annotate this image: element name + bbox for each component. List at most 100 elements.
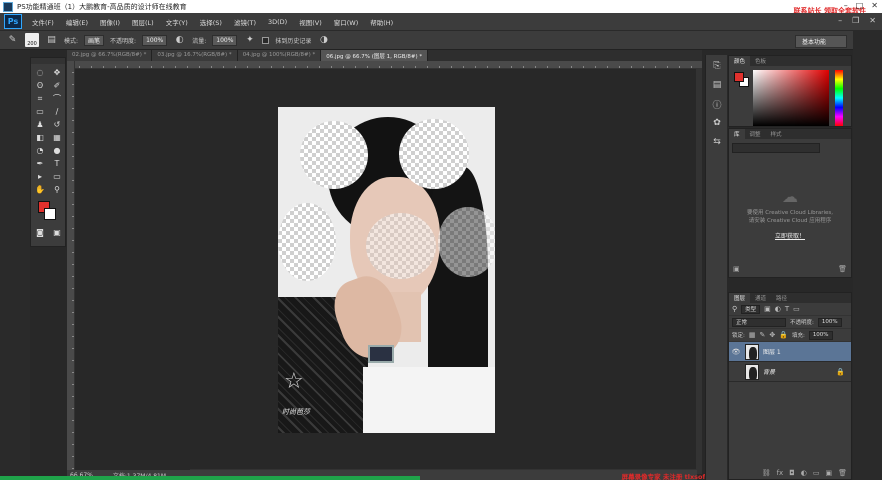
hue-slider[interactable] [835,70,843,126]
menu-window[interactable]: 窗口(W) [334,17,359,27]
tab-layers[interactable]: 图层 [729,293,751,303]
layer-filter-select[interactable]: 类型 [741,304,761,314]
brush-size-preset[interactable]: 200 [25,33,39,47]
history-checkbox[interactable] [262,36,270,44]
library-select[interactable] [732,143,820,153]
adjust-panel-icon[interactable]: ⇆ [708,134,726,150]
document-canvas[interactable]: ☆ 时尚芭莎 [278,107,495,433]
app-minimize-icon[interactable]: – [838,16,842,25]
dodge-tool-icon[interactable]: ● [50,145,64,156]
pen-tool-icon[interactable]: ✒ [33,158,47,169]
marquee-tool-icon[interactable]: ◌ [33,67,47,78]
tab-doc-02[interactable]: 02.jpg @ 66.7%(RGB/8#) * [67,50,153,61]
type-tool-icon[interactable]: T [50,158,64,169]
history-brush-tool-icon[interactable]: ↺ [50,119,64,130]
close-icon[interactable]: ✕ [871,1,878,10]
get-it-now-link[interactable]: 立即获取！ [729,231,851,240]
menu-layer[interactable]: 图层(L) [132,17,154,27]
add-mask-icon[interactable]: ◘ [789,469,795,477]
workspace-select[interactable]: 基本功能 [795,35,847,48]
color-picker-field[interactable] [753,70,829,126]
eraser-tool-icon[interactable]: ✎ [6,34,19,47]
menu-file[interactable]: 文件(F) [32,17,54,27]
healing-tool-icon[interactable]: ▭ [33,106,47,117]
tab-styles[interactable]: 样式 [766,130,787,138]
background-color[interactable] [44,208,56,220]
filter-shape-icon[interactable]: ▭ [793,305,800,313]
new-layer-icon[interactable]: ▣ [825,469,832,477]
tab-doc-04[interactable]: 04.jpg @ 100%(RGB/8#) * [237,50,322,61]
hand-tool-icon[interactable]: ✋ [33,184,47,195]
info-panel-icon[interactable]: ⓘ [708,96,726,112]
menu-type[interactable]: 文字(Y) [166,17,188,27]
app-close-icon[interactable]: ✕ [869,16,876,25]
library-trash-icon[interactable]: 🗑 [838,265,847,275]
layer-name[interactable]: 背景 [763,367,832,376]
menu-help[interactable]: 帮助(H) [370,17,393,27]
opacity-input[interactable]: 100% [142,34,168,46]
mode-select[interactable]: 画笔 [84,34,105,46]
library-add-icon[interactable]: ▣ [733,265,740,275]
lock-all-icon[interactable]: 🔒 [779,331,788,339]
delete-layer-icon[interactable]: 🗑 [838,469,847,477]
menu-edit[interactable]: 编辑(E) [66,17,88,27]
move-tool-icon[interactable]: ✥ [50,67,64,78]
pressure-size-icon[interactable]: ◑ [317,34,330,47]
tab-library[interactable]: 库 [729,129,745,139]
eraser-tool-icon-box[interactable]: ◧ [33,132,47,143]
zoom-tool-icon[interactable]: ⚲ [50,184,64,195]
tab-swatches[interactable]: 色板 [750,57,771,65]
brush-tool-icon[interactable]: ∕ [50,106,64,117]
tab-color[interactable]: 颜色 [729,56,751,66]
screen-mode-icon[interactable]: ▣ [50,227,64,238]
history-panel-icon[interactable]: ⎘ [708,58,726,74]
visibility-eye-icon[interactable]: 👁 [731,348,741,356]
vertical-scrollbar[interactable] [696,69,702,469]
pressure-opacity-icon[interactable]: ◐ [173,34,186,47]
menu-3d[interactable]: 3D(D) [268,18,287,26]
menu-select[interactable]: 选择(S) [200,17,222,27]
lock-image-icon[interactable]: ✎ [759,331,765,339]
layer-item-background[interactable]: 背景 🔒 [729,362,851,382]
flow-input[interactable]: 100% [212,34,238,46]
tab-paths[interactable]: 路径 [771,294,792,302]
link-layers-icon[interactable]: ⛓ [762,469,771,477]
menu-image[interactable]: 图像(I) [100,17,120,27]
panel-foreground-swatch[interactable] [734,72,744,82]
layer-item-1[interactable]: 👁 图层 1 [729,342,851,362]
crop-tool-icon[interactable]: ⌗ [33,93,47,104]
layer-opacity-input[interactable]: 100% [817,317,842,327]
layer-style-icon[interactable]: fx [777,469,784,477]
menu-filter[interactable]: 滤镜(T) [234,17,256,27]
quick-select-tool-icon[interactable]: ✐ [50,80,64,91]
airbrush-icon[interactable]: ✦ [243,34,256,47]
blend-mode-select[interactable]: 正常 [732,317,786,327]
tab-doc-06[interactable]: 06.jpg @ 66.7% (图层 1, RGB/8#) * [321,50,429,61]
blur-tool-icon[interactable]: ◔ [33,145,47,156]
shape-tool-icon[interactable]: ▭ [50,171,64,182]
tab-doc-03[interactable]: 03.jpg @ 16.7%(RGB/8#) * [152,50,238,61]
maximize-icon[interactable]: □ [856,1,864,10]
brush-panel-icon[interactable]: ▤ [45,34,58,47]
app-restore-icon[interactable]: ❐ [852,16,859,25]
properties-panel-icon[interactable]: ▤ [708,77,726,93]
gradient-tool-icon[interactable]: ▦ [50,132,64,143]
tab-channels[interactable]: 通道 [750,294,771,302]
lock-pixels-icon[interactable]: ▦ [749,331,756,339]
tab-adjust[interactable]: 调整 [745,130,766,138]
menu-view[interactable]: 视图(V) [299,17,322,27]
fill-input[interactable]: 100% [808,330,833,340]
filter-adjust-icon[interactable]: ◐ [775,305,781,313]
filter-type-icon[interactable]: T [785,305,789,313]
new-group-icon[interactable]: ▭ [813,469,820,477]
eyedropper-tool-icon[interactable]: ⌒ [50,93,64,104]
minimize-icon[interactable]: – [844,1,848,10]
lock-position-icon[interactable]: ✥ [769,331,775,339]
brush-presets-icon[interactable]: ✿ [708,115,726,131]
filter-pixel-icon[interactable]: ▣ [764,305,771,313]
path-select-tool-icon[interactable]: ▸ [33,171,47,182]
layer-name[interactable]: 图层 1 [763,347,851,356]
lasso-tool-icon[interactable]: ʘ [33,80,47,91]
quick-mask-icon[interactable]: ◙ [33,227,47,238]
stamp-tool-icon[interactable]: ♟ [33,119,47,130]
